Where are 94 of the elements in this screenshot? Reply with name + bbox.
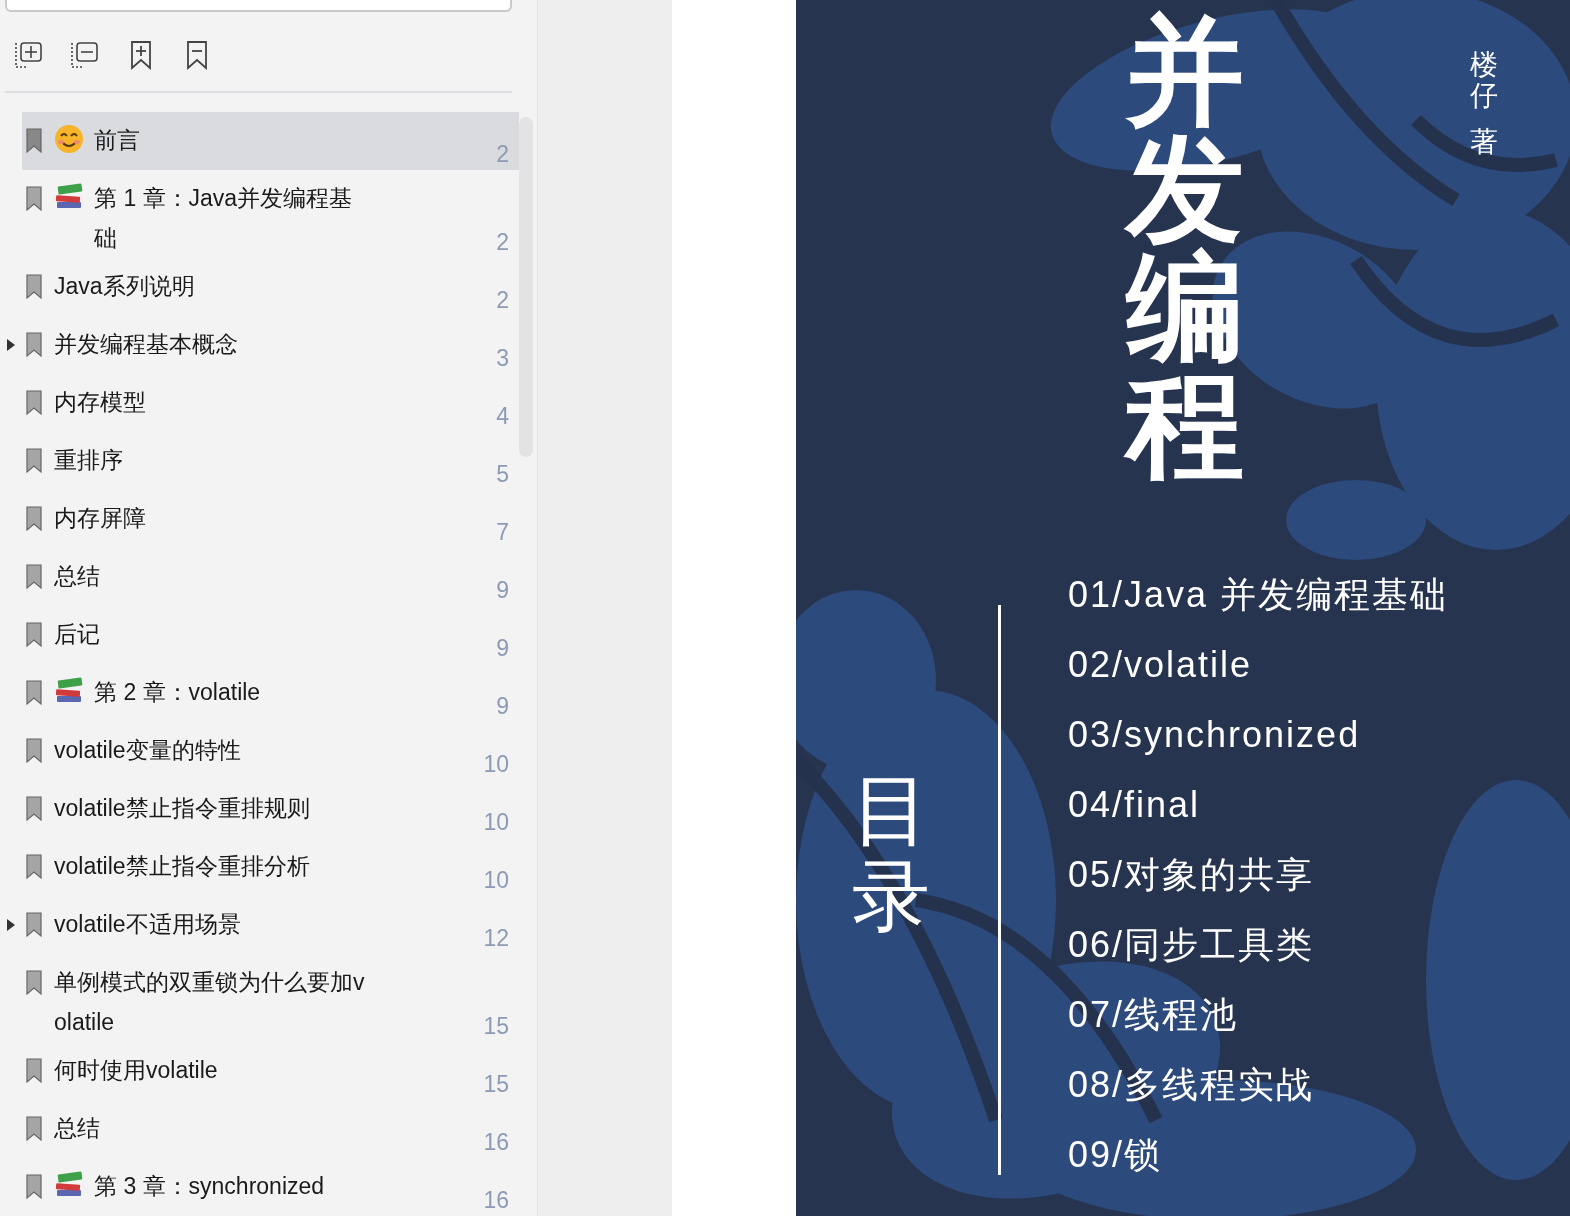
page-number: 10 xyxy=(483,809,509,837)
bookmark-item[interactable]: volatile不适用场景 12 xyxy=(22,896,519,954)
bookmark-item[interactable]: 第 3 章：synchronized 16 xyxy=(22,1158,519,1216)
contents-entry: 02/volatile xyxy=(1068,643,1254,687)
bookmark-item[interactable]: volatile禁止指令重排分析 10 xyxy=(22,838,519,896)
bookmark-item[interactable]: 总结 16 xyxy=(22,1100,519,1158)
contents-entry: 03/synchronized xyxy=(1068,713,1362,757)
bookmark-label: Java系列说明 xyxy=(54,272,195,301)
bookmark-label: volatile禁止指令重排分析 xyxy=(54,852,310,881)
bookmark-icon xyxy=(26,332,42,358)
bookmark-label: 后记 xyxy=(54,620,100,649)
bookmark-item[interactable]: 内存屏障 7 xyxy=(22,490,519,548)
author-suffix: 著 xyxy=(1470,127,1498,158)
page-number: 3 xyxy=(496,345,509,373)
books-icon xyxy=(54,182,84,210)
bookmark-label: volatile禁止指令重排规则 xyxy=(54,794,310,823)
bookmark-item[interactable]: volatile禁止指令重排规则 10 xyxy=(22,780,519,838)
bookmark-icon xyxy=(26,390,42,416)
bookmark-icon xyxy=(26,738,42,764)
contents-entry: 07/线程池 xyxy=(1068,993,1240,1037)
bookmark-icon xyxy=(26,854,42,880)
page-number: 2 xyxy=(496,229,509,257)
bookmark-item[interactable]: volatile变量的特性 10 xyxy=(22,722,519,780)
bookmark-item[interactable]: 单例模式的双重锁为什么要加volatile 15 xyxy=(22,954,519,1042)
bookmark-item[interactable]: 后记 9 xyxy=(22,606,519,664)
contents-entry: 08/多线程实战 xyxy=(1068,1063,1316,1107)
bookmark-label: 单例模式的双重锁为什么要加volatile xyxy=(54,968,366,1037)
bookmark-item[interactable]: 前言 2 xyxy=(22,112,519,170)
scrollbar-thumb[interactable] xyxy=(519,117,533,457)
bookmark-icon xyxy=(26,1058,42,1084)
contents-entry: 01/Java 并发编程基础 xyxy=(1068,573,1449,617)
bookmark-label: 第 3 章：synchronized xyxy=(94,1172,325,1201)
page-number: 16 xyxy=(483,1187,509,1215)
books-icon xyxy=(54,1170,84,1198)
page-number: 16 xyxy=(483,1129,509,1157)
bookmark-icon xyxy=(26,186,42,212)
bookmark-icon xyxy=(26,970,42,996)
bookmark-icon xyxy=(26,680,42,706)
bookmark-label: 内存屏障 xyxy=(54,504,146,533)
bookmark-icon xyxy=(26,274,42,300)
page-number: 10 xyxy=(483,751,509,779)
contents-entry: 06/同步工具类 xyxy=(1068,923,1316,967)
page-number: 4 xyxy=(496,403,509,431)
search-field[interactable] xyxy=(5,0,512,12)
bookmark-icon xyxy=(26,796,42,822)
contents-entry: 09/锁 xyxy=(1068,1133,1164,1177)
smiley-icon xyxy=(54,124,84,154)
bookmark-item[interactable]: 重排序 5 xyxy=(22,432,519,490)
bookmark-icon xyxy=(26,128,42,154)
bookmark-item[interactable]: 第 1 章：Java并发编程基础 2 xyxy=(22,170,519,258)
bookmark-item[interactable]: 总结 9 xyxy=(22,548,519,606)
books-icon xyxy=(54,676,84,704)
bookmark-icon xyxy=(26,912,42,938)
page-number: 15 xyxy=(483,1071,509,1099)
bookmark-item[interactable]: 何时使用volatile 15 xyxy=(22,1042,519,1100)
contents-entry: 04/final xyxy=(1068,783,1202,827)
bookmark-label: 第 1 章：Java并发编程基础 xyxy=(94,184,354,253)
page-number: 5 xyxy=(496,461,509,489)
bookmark-label: 并发编程基本概念 xyxy=(54,330,238,359)
bookmark-icon xyxy=(26,564,42,590)
bookmark-label: 内存模型 xyxy=(54,388,146,417)
page-number: 9 xyxy=(496,635,509,663)
page-number: 2 xyxy=(496,287,509,315)
page-number: 2 xyxy=(496,141,509,169)
bookmark-label: 前言 xyxy=(94,126,140,155)
contents-heading: 目录 xyxy=(852,768,930,940)
bookmark-label: volatile不适用场景 xyxy=(54,910,241,939)
expand-arrow-icon[interactable] xyxy=(6,918,16,932)
bookmark-icon xyxy=(26,622,42,648)
bookmark-label: 重排序 xyxy=(54,446,123,475)
bookmark-icon xyxy=(26,448,42,474)
bookmark-label: 第 2 章：volatile xyxy=(94,678,261,707)
page-number: 7 xyxy=(496,519,509,547)
expand-arrow-icon[interactable] xyxy=(6,338,16,352)
bookmark-item[interactable]: Java系列说明 2 xyxy=(22,258,519,316)
expand-all-button[interactable] xyxy=(14,39,44,71)
page-number: 9 xyxy=(496,577,509,605)
bookmark-icon xyxy=(26,1116,42,1142)
bookmark-label: 何时使用volatile xyxy=(54,1056,218,1085)
author-name: 楼仔 xyxy=(1470,50,1498,112)
bookmark-item[interactable]: 并发编程基本概念 3 xyxy=(22,316,519,374)
bookmark-label: 总结 xyxy=(54,1114,100,1143)
contents-entry: 05/对象的共享 xyxy=(1068,853,1316,897)
page-number: 9 xyxy=(496,693,509,721)
bookmark-icon xyxy=(26,1174,42,1200)
bookmark-item[interactable]: 第 2 章：volatile 9 xyxy=(22,664,519,722)
bookmark-label: volatile变量的特性 xyxy=(54,736,241,765)
page-number: 10 xyxy=(483,867,509,895)
bookmark-label: 总结 xyxy=(54,562,100,591)
page-number: 15 xyxy=(483,1013,509,1041)
bookmark-icon xyxy=(26,506,42,532)
page-number: 12 xyxy=(483,925,509,953)
collapse-all-button[interactable] xyxy=(70,39,100,71)
bookmark-item[interactable]: 内存模型 4 xyxy=(22,374,519,432)
